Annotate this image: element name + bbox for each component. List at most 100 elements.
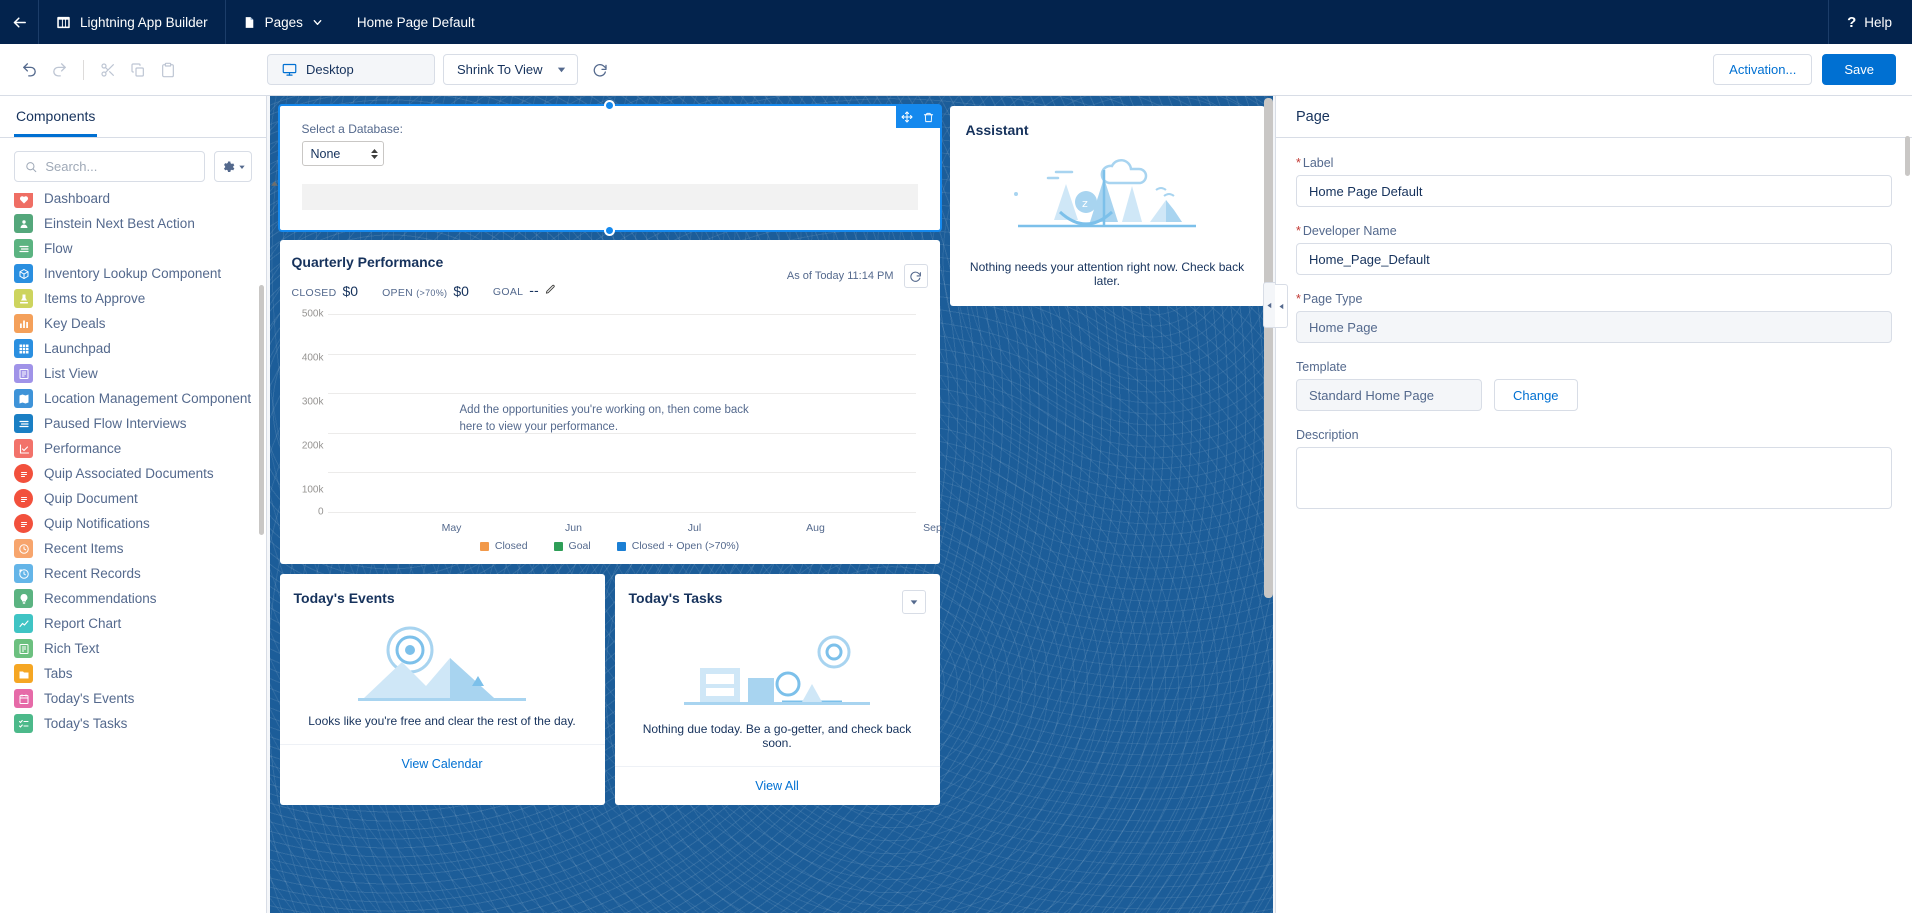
todays-tasks-card[interactable]: Today's Tasks [615,574,940,805]
x-axis-tick: Jun [565,522,582,534]
component-item[interactable]: Today's Tasks [0,711,266,736]
component-item[interactable]: Recommendations [0,586,266,611]
caret-up-icon [371,149,378,153]
scissors-icon [100,62,116,78]
caret-down-icon [238,163,246,171]
component-item[interactable]: Paused Flow Interviews [0,411,266,436]
search-icon [25,160,37,174]
activation-button[interactable]: Activation... [1713,54,1812,85]
rich-text-icon [14,639,33,658]
stepper-arrows[interactable] [371,149,378,159]
cut-button[interactable] [93,55,123,85]
component-item[interactable]: Recent Items [0,536,266,561]
edit-goal-button[interactable] [545,282,556,300]
camping-illustration-svg: z [1004,150,1210,250]
chart-refresh-button[interactable] [904,264,928,288]
search-input-wrapper[interactable] [14,151,205,182]
metric-goal: GOAL -- [493,282,556,300]
undo-button[interactable] [14,55,44,85]
gridline [328,472,916,473]
label-field-text: Label [1303,156,1334,170]
view-calendar-link[interactable]: View Calendar [401,757,482,771]
component-item[interactable]: Rich Text [0,636,266,661]
canvas-scroll-up-arrow[interactable] [268,176,280,190]
resize-handle-top[interactable] [604,100,615,111]
canvas-side-column: Assistant z [950,106,1265,316]
developer-name-field-text: Developer Name [1303,224,1397,238]
device-selector-desktop[interactable]: Desktop [267,54,435,85]
description-textarea[interactable] [1296,447,1892,509]
y-axis-tick: 0 [292,507,324,518]
paste-button[interactable] [153,55,183,85]
todays-events-card[interactable]: Today's Events [280,574,605,805]
page-canvas[interactable]: Select a Database: None [270,96,1273,913]
search-input[interactable] [45,159,194,174]
component-item[interactable]: Quip Notifications [0,511,266,536]
undo-icon [21,61,38,78]
collapse-properties-button[interactable] [1275,284,1288,328]
components-scrollbar[interactable] [259,285,264,535]
component-item[interactable]: Einstein Next Best Action [0,211,266,236]
chevron-left-icon [1266,301,1273,310]
component-item[interactable]: Dashboard [0,193,266,211]
save-button[interactable]: Save [1822,54,1896,85]
page-title: Home Page Default [340,0,492,44]
app-header: Lightning App Builder Pages Home Page De… [0,0,1912,44]
product-name-segment[interactable]: Lightning App Builder [38,0,225,44]
component-item[interactable]: Flow [0,236,266,261]
component-item[interactable]: Performance [0,436,266,461]
component-item[interactable]: Tabs [0,661,266,686]
move-component-button[interactable] [896,106,918,128]
delete-component-button[interactable] [918,106,940,128]
canvas-panel-toggle[interactable] [1263,282,1275,328]
metric-label: GOAL [493,286,523,298]
component-item[interactable]: Quip Associated Documents [0,461,266,486]
component-label: Inventory Lookup Component [44,266,221,281]
component-item[interactable]: Items to Approve [0,286,266,311]
component-item[interactable]: Recent Records [0,561,266,586]
assistant-message: Nothing needs your attention right now. … [966,260,1249,288]
selected-component-region[interactable]: Select a Database: None [280,106,940,230]
copy-button[interactable] [123,55,153,85]
component-item[interactable]: Today's Events [0,686,266,711]
change-template-button[interactable]: Change [1494,379,1578,411]
component-item[interactable]: Quip Document [0,486,266,511]
quarterly-performance-card[interactable]: Quarterly Performance As of Today 11:14 … [280,240,940,564]
lightbulb-icon [14,589,33,608]
component-item[interactable]: Key Deals [0,311,266,336]
component-item[interactable]: Inventory Lookup Component [0,261,266,286]
resize-handle-bottom[interactable] [604,225,615,236]
canvas-scrollbar[interactable] [1264,98,1273,598]
component-item[interactable]: Report Chart [0,611,266,636]
developer-name-input[interactable] [1296,243,1892,275]
todays-tasks-message: Nothing due today. Be a go-getter, and c… [615,722,940,750]
label-input[interactable] [1296,175,1892,207]
assistant-card[interactable]: Assistant z [950,106,1265,306]
refresh-icon [592,62,608,78]
help-button[interactable]: ? Help [1828,0,1912,44]
view-all-link[interactable]: View All [755,779,799,793]
back-button[interactable] [0,0,38,44]
todays-tasks-menu-button[interactable] [902,590,926,614]
components-settings-button[interactable] [214,151,252,182]
properties-scrollbar[interactable] [1905,136,1910,176]
pages-menu-button[interactable]: Pages [225,0,340,44]
refresh-canvas-button[interactable] [586,56,614,84]
product-name-label: Lightning App Builder [80,15,208,30]
database-select[interactable]: None [302,141,384,166]
tab-components[interactable]: Components [14,96,97,137]
desktop-icon [282,62,297,77]
label-field-label: *Label [1296,156,1892,170]
component-item[interactable]: List View [0,361,266,386]
component-label: Launchpad [44,341,111,356]
components-list[interactable]: Dashboard Einstein Next Best Action Flow… [0,193,266,913]
zoom-select[interactable]: Shrink To View [443,54,578,85]
component-label: Recent Items [44,541,124,556]
selected-component-actions [896,106,940,128]
component-item[interactable]: Location Management Component [0,386,266,411]
performance-chart: 500k 400k 300k 200k 100k 0 May Jun Jul A… [292,314,928,534]
redo-button[interactable] [44,55,74,85]
page-canvas-area: Select a Database: None [267,96,1275,913]
left-panel-tabs: Components [0,96,266,138]
component-item[interactable]: Launchpad [0,336,266,361]
